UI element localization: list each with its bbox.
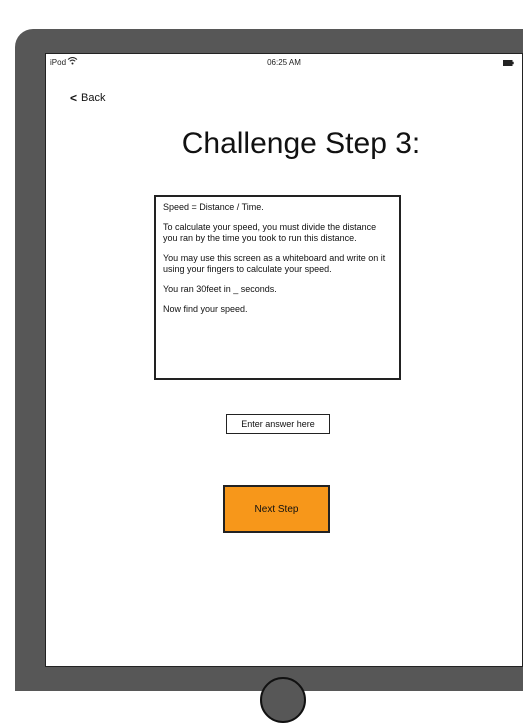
back-label: Back [81, 92, 106, 104]
next-step-button[interactable]: Next Step [223, 485, 330, 533]
instruction-paragraph: You ran 30feet in _ seconds. [163, 284, 277, 294]
instruction-paragraph: Now find your speed. [163, 304, 248, 314]
instruction-paragraph: You may use this screen as a whiteboard … [163, 253, 386, 274]
screen: iPod 06:25 AM < Back Challenge Step 3: S… [45, 53, 523, 667]
home-button[interactable] [260, 677, 306, 723]
back-button[interactable]: < Back [70, 91, 105, 105]
instruction-paragraph: To calculate your speed, you must divide… [163, 222, 377, 243]
chevron-left-icon: < [70, 91, 78, 105]
device-frame: iPod 06:25 AM < Back Challenge Step 3: S… [15, 29, 523, 691]
page-title: Challenge Step 3: [181, 127, 421, 160]
status-time: 06:25 AM [267, 58, 301, 67]
answer-input[interactable] [226, 414, 330, 434]
status-bar: iPod 06:25 AM [46, 54, 522, 72]
instruction-paragraph: Speed = Distance / Time. [163, 202, 264, 212]
instructions-box: Speed = Distance / Time. To calculate yo… [154, 195, 401, 380]
battery-icon [503, 59, 514, 68]
